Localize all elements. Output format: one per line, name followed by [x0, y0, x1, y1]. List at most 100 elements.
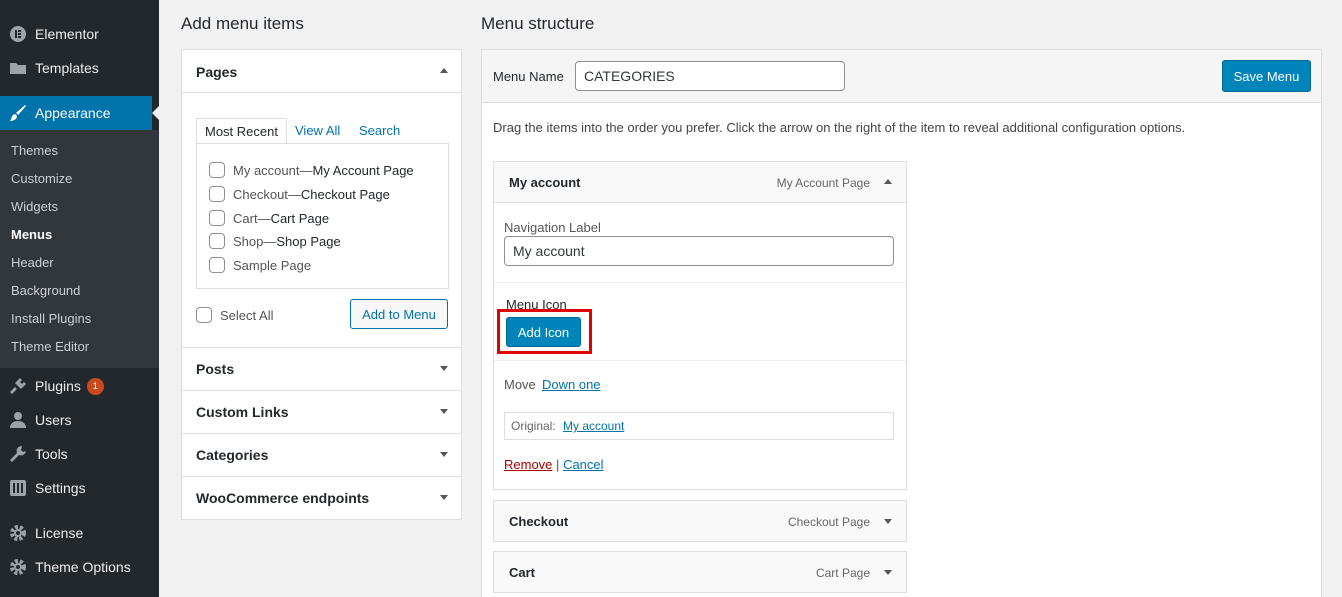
remove-link[interactable]: Remove: [504, 457, 552, 472]
menu-item-cart[interactable]: Cart Cart Page: [493, 551, 907, 593]
submenu-menus[interactable]: Menus: [11, 225, 52, 245]
navigation-label-input[interactable]: My account: [504, 236, 894, 266]
menu-item-title: My account: [509, 175, 581, 190]
caret-down-icon: [440, 366, 448, 371]
page-separator: —: [263, 233, 277, 249]
select-all-checkbox[interactable]: [196, 307, 212, 323]
list-item[interactable]: Sample Page: [209, 257, 311, 273]
plugin-icon: [8, 376, 28, 396]
checkbox[interactable]: [209, 257, 225, 273]
select-all-label: Select All: [220, 307, 274, 323]
nav-label: Users: [35, 412, 72, 428]
gear-icon: [8, 523, 28, 543]
action-divider: |: [556, 457, 560, 472]
caret-down-icon: [440, 409, 448, 414]
select-all[interactable]: Select All: [196, 307, 273, 323]
tab-view-all[interactable]: View All: [287, 118, 348, 144]
add-icon-button[interactable]: Add Icon: [506, 317, 581, 347]
nav-label: Templates: [35, 60, 99, 76]
page-tag: Shop Page: [276, 233, 341, 249]
menu-item-type: Cart Page: [815, 566, 870, 580]
submenu-theme-editor[interactable]: Theme Editor: [11, 337, 89, 357]
appearance-submenu: Themes Customize Widgets Menus Header Ba…: [0, 130, 159, 368]
settings-icon: [8, 478, 28, 498]
caret-down-icon[interactable]: [884, 519, 892, 524]
submenu-install-plugins[interactable]: Install Plugins: [11, 309, 91, 329]
gear-icon: [8, 557, 28, 577]
nav-license[interactable]: License: [0, 516, 159, 550]
list-item[interactable]: Cart — Cart Page: [209, 210, 329, 226]
submenu-background[interactable]: Background: [11, 281, 80, 301]
list-item[interactable]: My account — My Account Page: [209, 162, 414, 178]
add-to-menu-button[interactable]: Add to Menu: [350, 299, 448, 329]
submenu-header[interactable]: Header: [11, 253, 54, 273]
section-categories[interactable]: Categories: [182, 433, 462, 476]
page-title: Shop: [233, 233, 264, 249]
item-actions: Remove | Cancel: [504, 457, 604, 472]
nav-elementor[interactable]: Elementor: [0, 17, 159, 51]
menu-structure-panel: Menu Name CATEGORIES Save Menu Drag the …: [481, 49, 1322, 597]
caret-down-icon: [440, 452, 448, 457]
checkbox[interactable]: [209, 162, 225, 178]
list-item[interactable]: Checkout — Checkout Page: [209, 186, 390, 202]
move-down-one-link[interactable]: Down one: [542, 377, 601, 392]
section-woocommerce-endpoints[interactable]: WooCommerce endpoints: [182, 476, 462, 519]
add-menu-items-title: Add menu items: [181, 14, 304, 33]
page-title: Sample Page: [233, 257, 312, 273]
admin-sidebar: Elementor Templates Appearance Themes Cu…: [0, 0, 159, 597]
caret-up-icon[interactable]: [884, 179, 892, 184]
nav-label: Appearance: [35, 105, 111, 121]
menu-items-accordion: Pages Most Recent View All Search My acc…: [181, 49, 462, 520]
page-separator: —: [299, 162, 313, 178]
section-title: Posts: [196, 361, 235, 377]
list-item[interactable]: Shop — Shop Page: [209, 233, 341, 249]
menu-header-bar: Menu Name CATEGORIES Save Menu: [482, 50, 1321, 103]
divider: [494, 360, 906, 361]
menu-item-type: My Account Page: [776, 176, 870, 190]
wrench-icon: [8, 444, 28, 464]
menu-name-value: CATEGORIES: [584, 68, 675, 84]
submenu-themes[interactable]: Themes: [11, 141, 58, 161]
caret-up-icon: [440, 68, 448, 73]
checkbox[interactable]: [209, 186, 225, 202]
section-custom-links[interactable]: Custom Links: [182, 390, 462, 433]
nav-plugins[interactable]: Plugins 1: [0, 369, 159, 403]
menu-item-type: Checkout Page: [787, 515, 870, 529]
nav-tools[interactable]: Tools: [0, 437, 159, 471]
caret-down-icon[interactable]: [884, 570, 892, 575]
save-menu-button[interactable]: Save Menu: [1222, 60, 1311, 92]
pages-section-header[interactable]: Pages: [182, 50, 462, 93]
paintbrush-icon: [8, 103, 28, 123]
page-separator: —: [287, 186, 301, 202]
page-tag: Checkout Page: [300, 186, 390, 202]
divider: [494, 282, 906, 283]
nav-settings[interactable]: Settings: [0, 471, 159, 505]
menu-item-checkout[interactable]: Checkout Checkout Page: [493, 500, 907, 542]
menu-item-title: Cart: [509, 565, 536, 580]
folder-icon: [8, 58, 28, 78]
nav-templates[interactable]: Templates: [0, 51, 159, 85]
nav-users[interactable]: Users: [0, 403, 159, 437]
cancel-link[interactable]: Cancel: [563, 457, 603, 472]
nav-label: Theme Options: [35, 559, 131, 575]
menu-name-label: Menu Name: [493, 69, 564, 84]
menu-instructions: Drag the items into the order you prefer…: [493, 120, 1186, 135]
menu-item-handle[interactable]: My account My Account Page: [494, 162, 906, 203]
page-separator: —: [257, 210, 271, 226]
nav-theme-options[interactable]: Theme Options: [0, 550, 159, 584]
pages-section-title: Pages: [196, 64, 238, 80]
section-posts[interactable]: Posts: [182, 347, 462, 390]
checkbox[interactable]: [209, 233, 225, 249]
checkbox[interactable]: [209, 210, 225, 226]
nav-appearance[interactable]: Appearance: [0, 96, 159, 130]
nav-label: License: [35, 525, 84, 541]
elementor-icon: [8, 24, 28, 44]
tab-most-recent[interactable]: Most Recent: [196, 118, 287, 145]
menu-item-my-account: My account My Account Page Navigation La…: [493, 161, 907, 490]
tab-search[interactable]: Search: [351, 118, 408, 144]
original-link[interactable]: My account: [563, 419, 624, 433]
submenu-widgets[interactable]: Widgets: [11, 197, 58, 217]
page-tag: Cart Page: [270, 210, 330, 226]
submenu-customize[interactable]: Customize: [11, 169, 72, 189]
menu-name-input[interactable]: CATEGORIES: [575, 61, 845, 91]
